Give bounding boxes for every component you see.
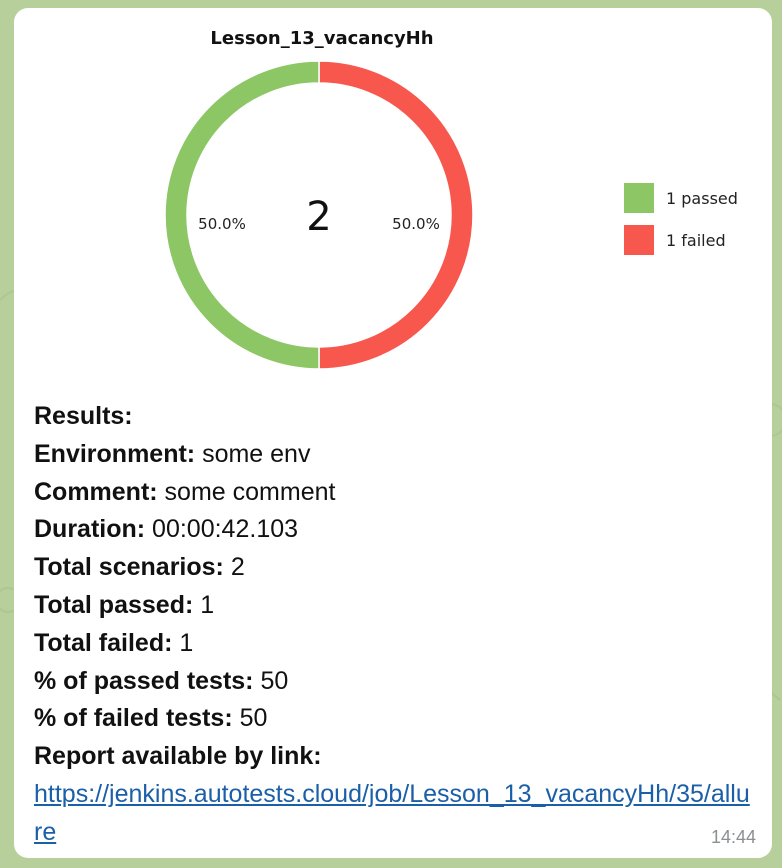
message-line-key: Environment: — [34, 439, 196, 468]
legend-swatch — [624, 183, 654, 213]
legend-label: 1 failed — [666, 230, 726, 250]
total-count-label: 2 — [306, 194, 331, 240]
message-line-value: 1 — [172, 628, 194, 657]
message-line-key: Total passed: — [34, 590, 194, 619]
message-bubble: Lesson_13_vacancyHh 50.0% 50.0% 2 1 passed… — [14, 8, 772, 858]
message-line-value: some comment — [157, 477, 336, 506]
message-line-key: % of passed tests: — [34, 666, 254, 695]
slice-percent-label: 50.0% — [392, 215, 440, 233]
message-line: Total scenarios: 2 — [34, 549, 754, 587]
message-text: Results: Environment: some env Comment: so… — [34, 398, 754, 852]
message-line-value: 50 — [253, 666, 289, 695]
message-line-value: 2 — [223, 553, 245, 582]
message-line: Total failed: 1 — [34, 625, 754, 663]
message-line-key: Comment: — [34, 477, 158, 506]
message-line-key: Total failed: — [34, 628, 173, 657]
message-line: Duration: 00:00:42.103 — [34, 511, 754, 549]
chart-legend: 1 passed 1 failed — [624, 178, 738, 262]
message-line: Environment: some env — [34, 436, 754, 474]
message-line-key: Results: — [34, 402, 133, 430]
legend-label: 1 passed — [666, 188, 738, 208]
slice-percent-label: 50.0% — [198, 215, 246, 233]
message-line-value: some env — [195, 439, 311, 468]
report-link[interactable]: https://jenkins.autotests.cloud/job/Less… — [34, 776, 754, 852]
message-line-key: % of failed tests: — [34, 704, 233, 733]
chart-image[interactable]: Lesson_13_vacancyHh 50.0% 50.0% 2 1 passed… — [14, 8, 772, 398]
message-line: Report available by link: — [34, 738, 754, 776]
message-line-value: 00:00:42.103 — [145, 515, 299, 544]
legend-swatch — [624, 225, 654, 255]
message-line: Total passed: 1 — [34, 587, 754, 625]
message-line-key: Duration: — [34, 515, 146, 544]
message-line: % of passed tests: 50 — [34, 663, 754, 701]
message-line: % of failed tests: 50 — [34, 700, 754, 738]
message-line: Comment: some comment — [34, 474, 754, 512]
legend-item: 1 failed — [624, 220, 738, 260]
message-line-value: 1 — [193, 590, 215, 619]
message-line-key: Total scenarios: — [34, 553, 224, 582]
message-line-value: 50 — [232, 704, 268, 733]
message-line-key: Report available by link: — [34, 742, 322, 771]
legend-item: 1 passed — [624, 178, 738, 218]
message-line: Results: — [34, 398, 754, 436]
message-time: 14:44 — [710, 827, 756, 847]
